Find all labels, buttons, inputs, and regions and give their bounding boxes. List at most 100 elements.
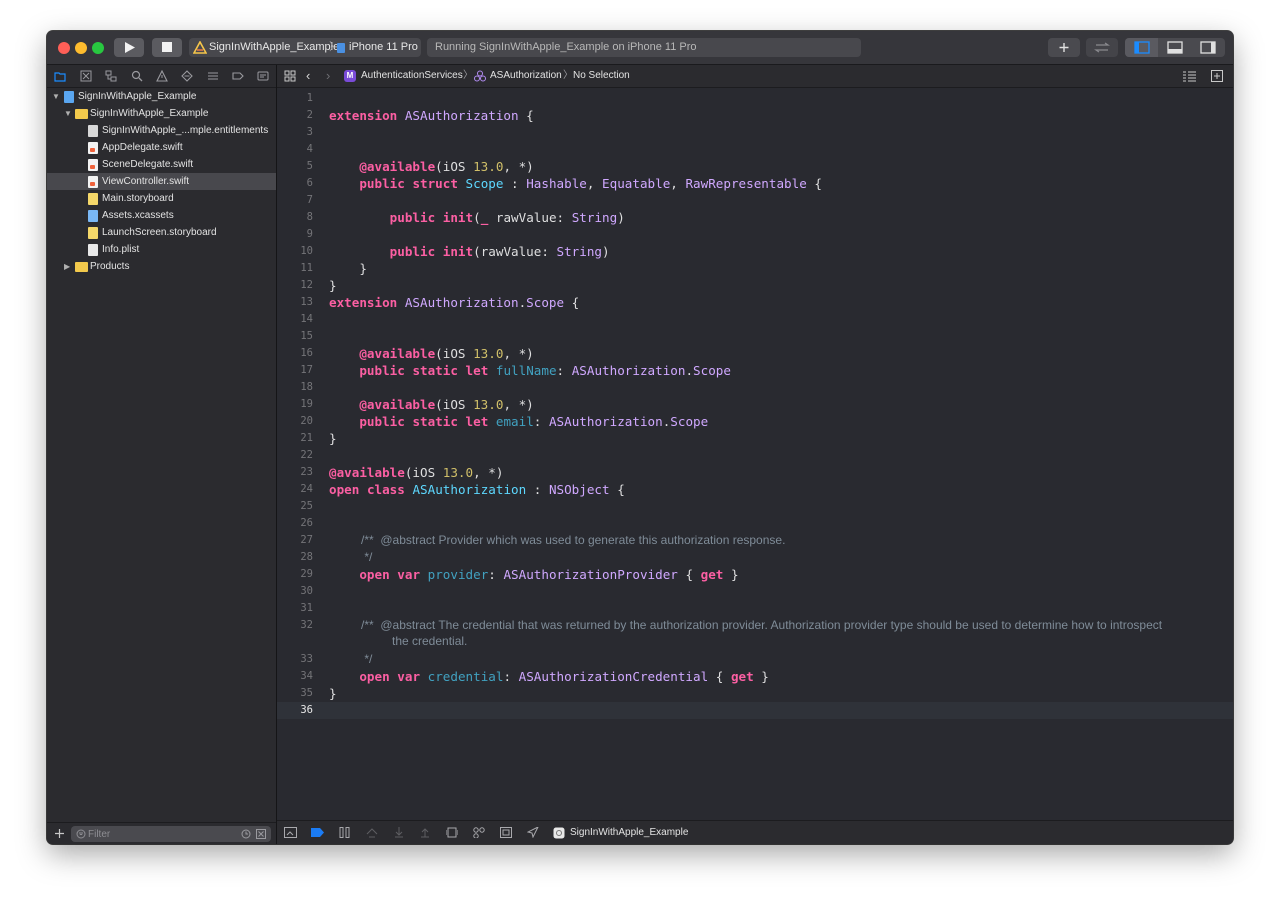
code-line: 24 open class ASAuthorization : NSObject … — [300, 482, 625, 497]
environment-overrides-icon[interactable] — [500, 827, 512, 838]
toggle-inspector-button[interactable] — [1192, 38, 1225, 57]
tree-item-group[interactable]: ▶ Products — [47, 258, 276, 275]
tree-item-file[interactable]: AppDelegate.swift — [47, 139, 276, 156]
breakpoint-navigator-icon[interactable] — [232, 70, 244, 82]
related-items-grid-icon[interactable] — [284, 70, 296, 82]
step-over-icon[interactable] — [366, 827, 378, 838]
code-text: } — [329, 261, 367, 276]
scheme-device-label: iPhone 11 Pro — [349, 41, 418, 53]
jump-selection[interactable]: No Selection — [573, 65, 630, 87]
symbol-navigator-icon[interactable] — [105, 70, 117, 82]
filter-field[interactable] — [71, 826, 271, 842]
add-editor-icon[interactable] — [1211, 70, 1223, 82]
source-editor[interactable]: 1 2 extension ASAuthorization { 3 4 5 @av… — [277, 88, 1233, 819]
filter-input[interactable] — [88, 827, 238, 841]
code-line: 11 } — [300, 261, 367, 276]
jump-class[interactable]: ASAuthorization — [490, 65, 562, 87]
tree-item-file[interactable]: Info.plist — [47, 241, 276, 258]
entitlements-file-icon — [88, 125, 98, 137]
project-navigator: ▼ SignInWithApple_Example ▼ SignInWithAp… — [47, 65, 277, 844]
debug-target-label: SignInWithApple_Example — [570, 827, 689, 838]
code-line: 29 open var provider: ASAuthorizationPro… — [300, 567, 739, 582]
swift-file-icon — [88, 159, 98, 171]
code-line: 28 */ — [300, 550, 373, 564]
disclosure-closed-icon[interactable]: ▶ — [64, 258, 72, 275]
source-control-icon[interactable] — [80, 70, 92, 82]
source-control-filter-icon[interactable] — [256, 829, 266, 839]
code-line: 32/** @abstract The credential that was … — [300, 618, 1163, 632]
forward-arrow-icon[interactable]: › — [326, 65, 330, 87]
stop-icon — [162, 42, 172, 52]
run-button[interactable] — [114, 38, 144, 57]
code-line: 12} — [300, 278, 337, 293]
back-arrow-icon[interactable]: ‹ — [306, 65, 310, 87]
tree-item-file-selected[interactable]: ViewController.swift — [47, 173, 276, 190]
folder-icon — [75, 262, 88, 272]
folder-navigator-icon[interactable] — [54, 70, 66, 82]
tree-item-label: LaunchScreen.storyboard — [102, 227, 217, 238]
breakpoints-toggle-icon[interactable] — [311, 827, 324, 838]
code-line: 20 public static let email: ASAuthorizat… — [300, 414, 709, 429]
folder-icon — [75, 109, 88, 119]
code-text: @available(iOS 13.0, *) — [359, 346, 534, 361]
code-line: 6 public struct Scope : Hashable, Equata… — [306, 176, 822, 191]
minimize-window-button[interactable] — [75, 42, 87, 54]
debug-navigator-icon[interactable] — [207, 70, 219, 82]
toggle-navigator-button[interactable] — [1125, 38, 1158, 57]
navigator-footer — [47, 822, 276, 844]
add-file-icon[interactable] — [54, 828, 65, 839]
navigator-tabs — [47, 65, 276, 88]
view-hierarchy-icon[interactable] — [446, 827, 458, 838]
disclosure-open-icon[interactable]: ▼ — [52, 88, 60, 105]
memory-graph-icon[interactable] — [473, 827, 485, 838]
code-text: public struct Scope : Hashable, Equatabl… — [359, 176, 822, 191]
search-icon[interactable] — [131, 70, 143, 82]
filter-icon — [76, 829, 86, 839]
editor-options-icon[interactable] — [1182, 70, 1197, 82]
plist-file-icon — [88, 244, 98, 256]
project-icon — [64, 91, 74, 103]
step-into-icon[interactable] — [393, 827, 405, 838]
code-line: 33 */ — [300, 652, 373, 666]
jump-module[interactable]: AuthenticationServices — [361, 65, 463, 87]
tree-item-group[interactable]: ▼ SignInWithApple_Example — [47, 105, 276, 122]
stop-button[interactable] — [152, 38, 182, 57]
toggle-debug-area-button[interactable] — [1159, 38, 1191, 57]
swift-file-icon — [88, 142, 98, 154]
tree-item-label: Info.plist — [102, 244, 140, 255]
pause-icon[interactable] — [339, 827, 350, 838]
warning-icon[interactable] — [156, 70, 168, 82]
left-panel-icon — [1134, 41, 1150, 54]
library-button[interactable] — [1048, 38, 1080, 57]
scheme-selector[interactable]: SignInWithApple_Example 〉 iPhone 11 Pro — [189, 38, 421, 57]
plus-icon — [1059, 43, 1069, 52]
location-arrow-icon[interactable] — [527, 827, 539, 838]
code-line: 9 — [306, 228, 313, 240]
report-navigator-icon[interactable] — [257, 70, 269, 82]
tree-item-label: SignInWithApple_Example — [90, 108, 209, 119]
chevron-right-icon: 〉 — [463, 70, 473, 81]
code-line: 35} — [300, 686, 337, 701]
debug-bar: SignInWithApple_Example — [277, 820, 1233, 844]
code-line: 4 — [306, 143, 313, 155]
tree-item-file[interactable]: SignInWithApple_...mple.entitlements — [47, 122, 276, 139]
code-line: 13 extension ASAuthorization.Scope { — [300, 295, 580, 310]
code-text: open class ASAuthorization : NSObject { — [329, 482, 625, 497]
tree-item-file[interactable]: Assets.xcassets — [47, 207, 276, 224]
tree-item-project[interactable]: ▼ SignInWithApple_Example — [47, 88, 276, 105]
tree-item-file[interactable]: LaunchScreen.storyboard — [47, 224, 276, 241]
tree-item-file[interactable]: SceneDelegate.swift — [47, 156, 276, 173]
code-line: 14 — [300, 313, 313, 325]
tree-item-file[interactable]: Main.storyboard — [47, 190, 276, 207]
recent-files-icon[interactable] — [241, 829, 251, 839]
test-navigator-icon[interactable] — [181, 70, 193, 82]
close-window-button[interactable] — [58, 42, 70, 54]
disclosure-open-icon[interactable]: ▼ — [64, 105, 72, 122]
activity-status-text: Running SignInWithApple_Example on iPhon… — [435, 41, 697, 53]
hide-debug-area-icon[interactable] — [284, 827, 297, 838]
code-line: 16 @available(iOS 13.0, *) — [300, 346, 534, 361]
step-out-icon[interactable] — [419, 827, 431, 838]
code-review-button[interactable] — [1086, 38, 1118, 57]
doc-comment: */ — [361, 652, 373, 666]
zoom-window-button[interactable] — [92, 42, 104, 54]
